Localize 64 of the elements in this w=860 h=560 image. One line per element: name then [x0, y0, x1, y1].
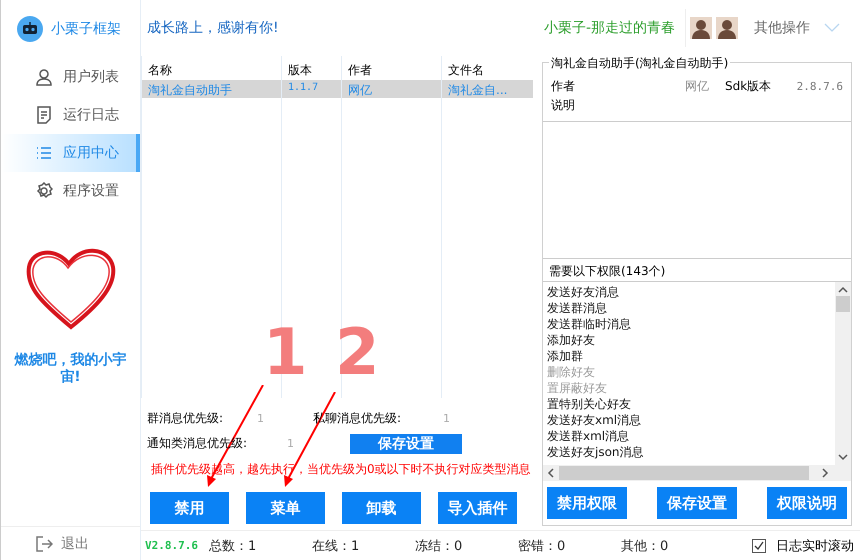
- author-label: 作者: [551, 78, 576, 95]
- status-count: 冻结：0: [415, 538, 464, 554]
- permission-item[interactable]: 发送群消息: [547, 300, 831, 316]
- permission-item[interactable]: 发送好友json消息: [547, 444, 831, 460]
- panel-title: 淘礼金自动助手(淘礼金自动助手): [549, 55, 730, 72]
- annotation-number: 1: [263, 318, 308, 388]
- user-icon: [35, 68, 53, 86]
- scroll-up-icon[interactable]: [838, 286, 848, 294]
- priority-value[interactable]: 1: [443, 412, 463, 425]
- avatar-icon: [690, 17, 712, 39]
- permission-item[interactable]: 置特别关心好友: [547, 396, 831, 412]
- author-value: 网亿: [685, 78, 710, 95]
- permission-item[interactable]: 发送好友xml消息: [547, 412, 831, 428]
- permission-item[interactable]: 添加群: [547, 348, 831, 364]
- plugin-action-button[interactable]: 菜单: [246, 492, 325, 524]
- sidebar-item[interactable]: 运行日志: [1, 96, 140, 134]
- status-count: 其他：0: [621, 538, 670, 554]
- logout-icon: [35, 534, 53, 552]
- horizontal-scrollbar[interactable]: [543, 465, 851, 481]
- plugin-action-button[interactable]: 卸载: [342, 492, 421, 524]
- permission-action-button[interactable]: 权限说明: [767, 487, 847, 519]
- priority-value[interactable]: 1: [287, 437, 350, 450]
- table-cell[interactable]: 淘礼金自动助手: [141, 80, 281, 98]
- version-text: V2.8.7.6: [144, 539, 199, 552]
- sdk-version-value: 2.8.7.6: [796, 80, 843, 93]
- table-cell[interactable]: 网亿: [341, 80, 441, 98]
- permission-item[interactable]: 添加好友: [547, 332, 831, 348]
- settings-icon: [35, 182, 53, 200]
- priority-label: 通知类消息优先级:: [147, 435, 248, 452]
- permission-item[interactable]: 发送群xml消息: [547, 428, 831, 444]
- permission-action-button[interactable]: 禁用权限: [547, 487, 627, 519]
- sidebar-item[interactable]: 程序设置: [1, 172, 140, 210]
- permission-action-button[interactable]: 保存设置: [657, 487, 737, 519]
- vertical-scrollbar[interactable]: [835, 282, 851, 465]
- annotation-number: 2: [335, 318, 380, 388]
- scroll-down-icon[interactable]: [838, 453, 848, 461]
- other-actions-menu[interactable]: 其他操作: [754, 19, 810, 37]
- scrollbar-thumb[interactable]: [836, 296, 850, 312]
- slogan-text: 成长路上，感谢有你!: [147, 19, 279, 37]
- permission-item[interactable]: 发送群临时消息: [547, 316, 831, 332]
- priority-value[interactable]: 1: [257, 412, 313, 425]
- status-count: 在线：1: [312, 538, 360, 554]
- description-label: 说明: [551, 97, 575, 114]
- robot-logo-icon: [17, 16, 43, 42]
- autoscroll-checkbox[interactable]: [752, 538, 766, 552]
- avatar-icon: [716, 17, 738, 39]
- logout-button[interactable]: 退出: [1, 526, 140, 560]
- document-icon: [35, 106, 53, 124]
- status-count: 密错：0: [518, 538, 566, 554]
- sdk-version-label: Sdk版本: [725, 78, 772, 95]
- table-cell[interactable]: 1.1.7: [281, 80, 341, 98]
- plugin-action-button[interactable]: 导入插件: [438, 492, 517, 524]
- save-settings-button[interactable]: 保存设置: [350, 434, 462, 454]
- user-name: 小栗子-那走过的青春: [544, 9, 686, 47]
- motto-text: 燃烧吧，我的小宇宙!: [13, 352, 128, 386]
- permission-item[interactable]: 发送好友消息: [547, 284, 831, 300]
- app-title: 小栗子框架: [51, 20, 121, 38]
- priority-label: 群消息优先级:: [147, 410, 224, 427]
- sidebar-item[interactable]: 用户列表: [1, 58, 140, 96]
- status-count: 总数：1: [209, 538, 258, 554]
- plugin-action-button[interactable]: 禁用: [150, 492, 229, 524]
- autoscroll-label: 日志实时滚动: [776, 538, 855, 554]
- table-cell[interactable]: 淘礼金自...: [441, 80, 533, 98]
- permissions-title: 需要以下权限(143个): [543, 259, 851, 282]
